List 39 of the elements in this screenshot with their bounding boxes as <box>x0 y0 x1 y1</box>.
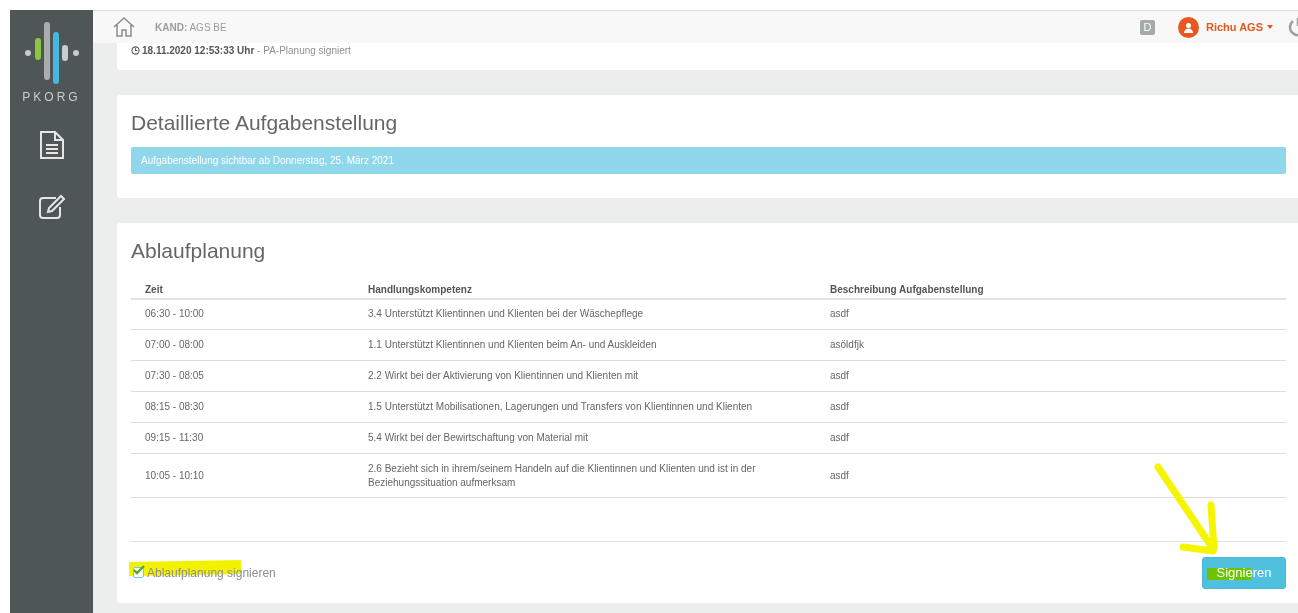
table-cell: asdf <box>816 360 1286 392</box>
table-cell: 1.1 Unterstützt Klientinnen und Klienten beim An- und Auskleiden <box>354 329 816 361</box>
table-cell: 10:05 - 10:10 <box>131 453 354 498</box>
logo-icon <box>23 20 80 86</box>
user-menu[interactable]: Richu AGS <box>1205 18 1273 36</box>
table-cell: 2.6 Bezieht sich in ihrem/seinem Handeln auf die Klientinnen und Klienten und ist in der Beziehungssituation aufmerksam <box>354 453 816 498</box>
table-cell: 2.2 Wirkt bei der Aktivierung von Klientinnen und Klienten mit <box>354 360 816 392</box>
document-icon[interactable] <box>38 130 65 160</box>
table-cell: 06:30 - 10:00 <box>131 298 354 330</box>
checkbox[interactable] <box>133 567 144 578</box>
table-cell: 07:00 - 08:00 <box>131 329 354 361</box>
status-text: 18.11.2020 12:53:33 Uhr - PA-Planung signiert <box>142 44 351 58</box>
avatar-icon <box>1177 16 1199 38</box>
table-cell: asdf <box>816 422 1286 454</box>
table-cell: asdf <box>816 298 1286 330</box>
clock-icon <box>131 46 140 55</box>
column-header: Zeit <box>131 280 354 299</box>
column-header: Handlungskompetenz <box>354 280 816 299</box>
table-cell: 1.5 Unterstützt Mobilisationen, Lagerungen und Transfers von Klientinnen und Klienten <box>354 391 816 423</box>
section-title: Ablaufplanung <box>131 238 267 264</box>
table-cell: 08:15 - 08:30 <box>131 391 354 423</box>
table-cell: asdf <box>816 391 1286 423</box>
power-icon[interactable] <box>1288 17 1298 37</box>
table-cell: 5.4 Wirkt bei der Bewirtschaftung von Material mit <box>354 422 816 454</box>
table-cell: asdf <box>816 453 1286 498</box>
badge: D <box>1139 19 1155 35</box>
edit-icon[interactable] <box>37 194 66 220</box>
table-cell: 3.4 Unterstützt Klientinnen und Klienten bei der Wäschepflege <box>354 298 816 330</box>
table-cell: asöldfjk <box>816 329 1286 361</box>
column-header: Beschreibung Aufgabenstellung <box>816 280 1286 299</box>
info-notice: Aufgabenstellung sichtbar ab Donnerstag, 25. März 2021 <box>131 146 1286 174</box>
table-cell: 07:30 - 08:05 <box>131 360 354 392</box>
home-icon[interactable] <box>113 17 135 37</box>
caret-icon <box>1267 25 1273 29</box>
check-icon <box>132 565 145 575</box>
table-cell: 09:15 - 11:30 <box>131 422 354 454</box>
section-title: Detaillierte Aufgabenstellung <box>131 110 399 136</box>
logo-text: PKORG <box>22 89 81 106</box>
candidate-label: KAND: AGS BE <box>155 20 227 35</box>
